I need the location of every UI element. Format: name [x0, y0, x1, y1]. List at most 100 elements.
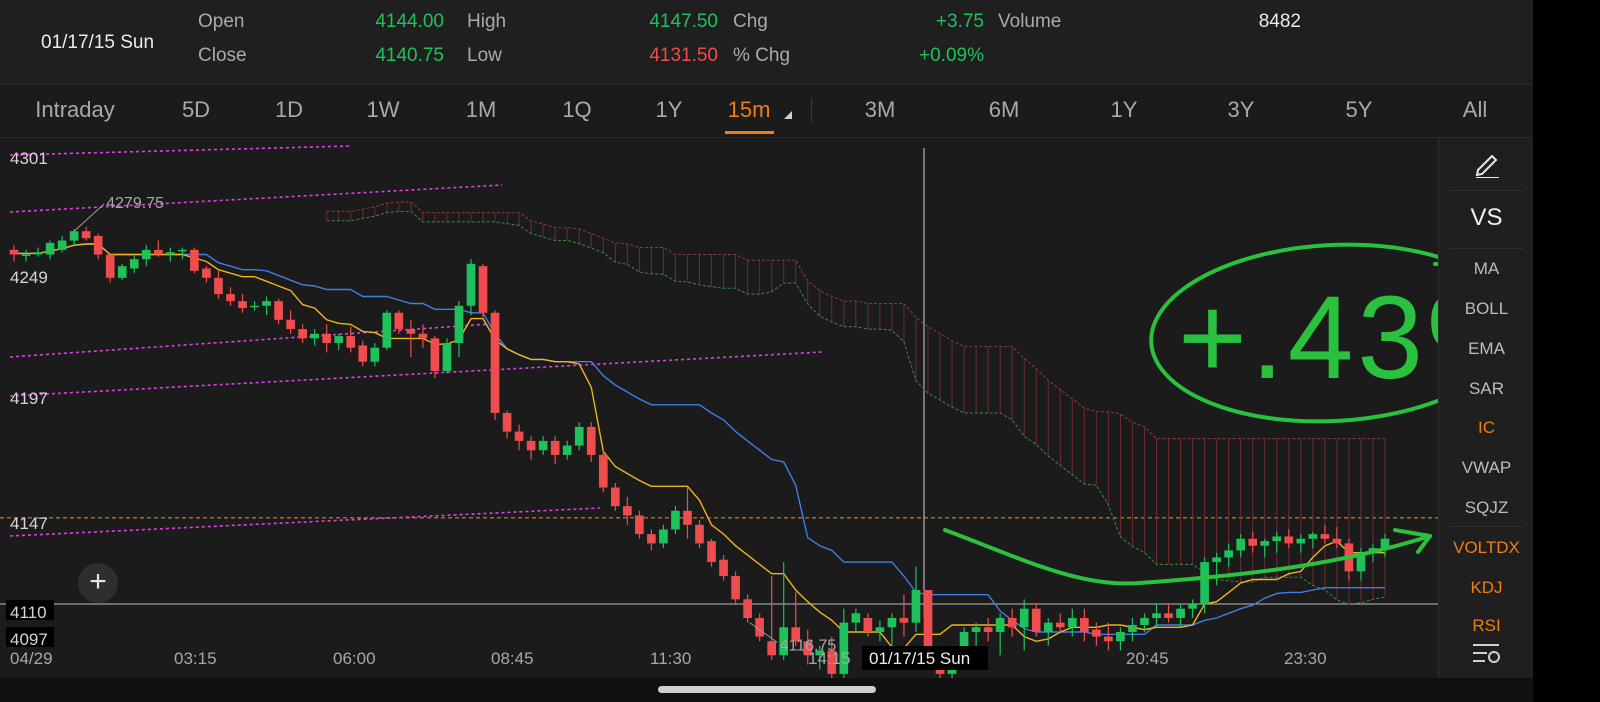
candle-body [1080, 617, 1089, 632]
price-chart[interactable]: 4279.754116.7543014249419741474110409704… [0, 138, 1438, 678]
indicator-sar[interactable]: SAR [1439, 379, 1534, 399]
compare-vs-button[interactable]: VS [1439, 204, 1534, 232]
candle-body [586, 426, 596, 455]
close-label: Close [198, 45, 247, 66]
tab-3m[interactable]: 3M [865, 97, 896, 123]
candle-body [1284, 536, 1294, 544]
indicator-voltdx[interactable]: VOLTDX [1439, 538, 1534, 558]
candle-body [502, 412, 512, 432]
tab-intraday[interactable]: Intraday [35, 97, 115, 123]
candle-body [141, 249, 151, 260]
channel-line [9, 145, 351, 156]
tab-5d[interactable]: 5D [182, 97, 210, 123]
candle-body [1019, 608, 1029, 628]
indicator-ic[interactable]: IC [1439, 418, 1534, 438]
indicator-ema[interactable]: EMA [1439, 339, 1534, 359]
indicator-vwap[interactable]: VWAP [1439, 458, 1534, 478]
low-value: 4131.50 [649, 45, 718, 66]
candle-body [298, 329, 307, 339]
high-value: 4147.50 [649, 11, 718, 32]
indicator-rsi[interactable]: RSI [1439, 616, 1534, 631]
candle-body [358, 345, 368, 362]
period-dropdown-caret-icon[interactable] [784, 111, 792, 119]
x-axis-label: 06:00 [333, 649, 376, 668]
pencil-icon[interactable] [1472, 148, 1502, 178]
tab-all[interactable]: All [1463, 97, 1487, 123]
annotation-text: +.43% [1178, 272, 1438, 404]
candle-body [1212, 557, 1221, 563]
tab-5y[interactable]: 5Y [1346, 97, 1373, 123]
candle-body [406, 329, 416, 334]
add-drawing-button[interactable]: + [78, 563, 118, 603]
candle-body [683, 510, 692, 525]
x-axis-label: 04/29 [10, 649, 53, 668]
candle-body [923, 590, 933, 651]
open-value: 4144.00 [375, 11, 444, 32]
candle-body [69, 231, 79, 241]
candle-body [610, 487, 620, 507]
indicator-sqjz[interactable]: SQJZ [1439, 498, 1534, 518]
quote-header: 01/17/15 Sun Open 4144.00 Close 4140.75 … [0, 0, 1533, 85]
candle-body [1188, 604, 1197, 609]
candle-body [731, 576, 740, 600]
channel-line [9, 323, 491, 358]
tab-1m[interactable]: 1M [466, 97, 497, 123]
indicator-settings-icon[interactable] [1471, 640, 1503, 666]
period-tabs: Intraday 5D 1D 1W 1M 1Q 1Y 15m 3M 6M 1Y … [0, 85, 1533, 138]
candle-body [490, 312, 500, 413]
pchg-value: +0.09% [919, 45, 984, 66]
indicator-ma[interactable]: MA [1439, 259, 1534, 279]
candle-body [1116, 631, 1125, 642]
candle-body [887, 617, 897, 628]
tab-1y[interactable]: 1Y [656, 97, 683, 123]
candle-body [238, 301, 247, 309]
candle-body [562, 445, 572, 455]
indicator-kdj[interactable]: KDJ [1439, 578, 1534, 598]
candle-body [514, 431, 524, 441]
candle-body [550, 440, 560, 455]
x-axis-label: 08:45 [491, 649, 534, 668]
tab-1w[interactable]: 1W [367, 97, 400, 123]
candle-body [1055, 622, 1065, 628]
tab-15m[interactable]: 15m [728, 97, 771, 123]
indicator-boll[interactable]: BOLL [1439, 299, 1534, 319]
y-axis-label: 4249 [10, 268, 48, 287]
candle-body [1176, 608, 1185, 618]
tab-1d[interactable]: 1D [275, 97, 303, 123]
tab-separator [811, 98, 812, 122]
y-axis-label: 4097 [10, 630, 48, 649]
candle-body [971, 627, 981, 632]
candle-body [1152, 613, 1161, 618]
candle-body [178, 249, 187, 252]
candle-body [647, 534, 656, 544]
home-indicator[interactable] [658, 686, 876, 693]
candle-body [719, 559, 728, 577]
annotation-swoosh [943, 528, 1432, 586]
candle-body [911, 590, 921, 623]
candle-body [466, 263, 476, 306]
screen-edge [1533, 0, 1600, 702]
candle-body [1200, 562, 1209, 604]
y-axis-label: 4147 [10, 514, 48, 533]
x-axis-label: 20:45 [1126, 649, 1169, 668]
candle-body [117, 266, 127, 278]
candle-body [851, 613, 861, 623]
candle-body [767, 641, 776, 656]
candle-body [370, 347, 380, 362]
crosshair-date-label: 01/17/15 Sun [869, 649, 970, 668]
tab-1y-long[interactable]: 1Y [1111, 97, 1138, 123]
x-axis-label: 03:15 [174, 649, 217, 668]
sidebar-divider [1449, 526, 1524, 527]
candle-body [1236, 538, 1246, 551]
candle-body [166, 252, 175, 255]
candle-body [1164, 613, 1173, 618]
tab-1q[interactable]: 1Q [562, 97, 591, 123]
candle-body [214, 277, 223, 295]
tab-6m[interactable]: 6M [989, 97, 1020, 123]
candle-body [1272, 536, 1282, 542]
volume-value: 8482 [1258, 11, 1301, 32]
candle-body [33, 252, 43, 255]
candle-body [526, 440, 536, 451]
tab-3y[interactable]: 3Y [1228, 97, 1255, 123]
candle-body [1332, 538, 1342, 544]
